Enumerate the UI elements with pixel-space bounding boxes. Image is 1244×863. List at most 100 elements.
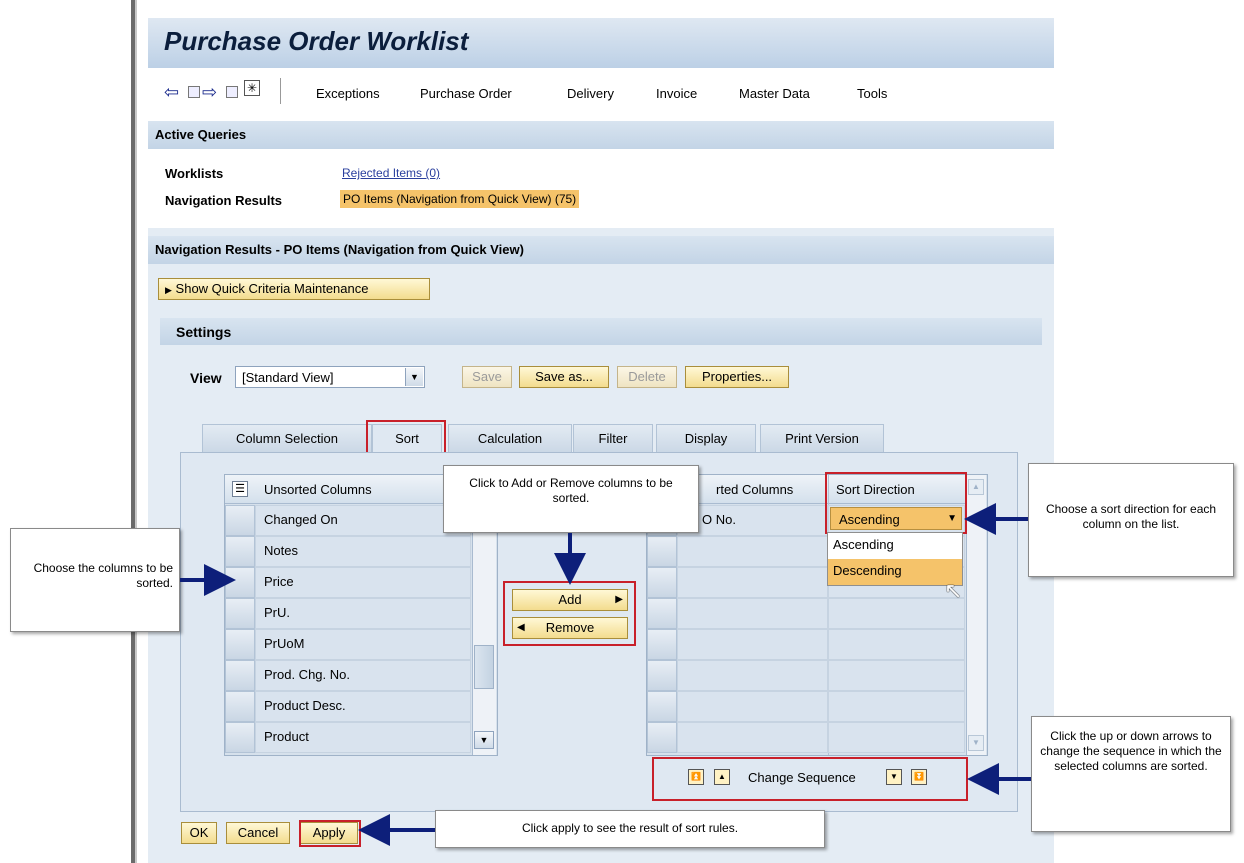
move-top-icon[interactable]: ⏫ <box>688 769 704 785</box>
view-select-value: [Standard View] <box>242 370 334 385</box>
unsorted-row-label: Price <box>264 574 294 589</box>
unsorted-header-label: Unsorted Columns <box>264 482 372 497</box>
sorted-row-text[interactable]: O No. <box>702 512 736 527</box>
sorted-scroll-up-icon[interactable]: ▲ <box>968 479 984 495</box>
add-button[interactable]: Add ▶ <box>512 589 628 611</box>
dropdown-option-descending[interactable]: Descending <box>828 559 962 585</box>
row-selector[interactable] <box>225 722 255 753</box>
callout-apply: Click apply to see the result of sort ru… <box>435 810 825 848</box>
row-selector[interactable] <box>647 567 677 598</box>
row-selector[interactable] <box>225 536 255 567</box>
table-row[interactable] <box>677 722 828 753</box>
direction-cell[interactable] <box>828 691 965 722</box>
row-selector[interactable] <box>647 691 677 722</box>
tab-print-version[interactable]: Print Version <box>760 424 884 452</box>
save-as-button[interactable]: Save as... <box>519 366 609 388</box>
view-select[interactable]: [Standard View] ▼ <box>235 366 425 388</box>
quick-criteria-label: Show Quick Criteria Maintenance <box>175 281 369 296</box>
row-selector[interactable] <box>225 691 255 722</box>
move-down-icon[interactable]: ▼ <box>886 769 902 785</box>
unsorted-row-label: Prod. Chg. No. <box>264 667 350 682</box>
table-row[interactable] <box>677 567 828 598</box>
tab-filter[interactable]: Filter <box>573 424 653 452</box>
properties-button[interactable]: Properties... <box>685 366 789 388</box>
row-selector[interactable] <box>225 567 255 598</box>
move-bottom-icon[interactable]: ⏬ <box>911 769 927 785</box>
menu-invoice[interactable]: Invoice <box>656 86 697 101</box>
table-row[interactable] <box>677 536 828 567</box>
dropdown-option-ascending[interactable]: Ascending <box>828 534 962 558</box>
row-selector[interactable] <box>647 536 677 567</box>
remove-button[interactable]: ◀ Remove <box>512 617 628 639</box>
table-row[interactable] <box>677 598 828 629</box>
menu-tools[interactable]: Tools <box>857 86 887 101</box>
favorite-icon[interactable]: ✳ <box>244 80 260 96</box>
nav-results-value[interactable]: PO Items (Navigation from Quick View) (7… <box>340 190 580 208</box>
sort-direction-select[interactable]: Ascending ▼ <box>830 507 962 530</box>
tab-column-selection[interactable]: Column Selection <box>202 424 372 452</box>
callout-add-remove: Click to Add or Remove columns to be sor… <box>443 465 699 533</box>
scroll-down-icon[interactable]: ▼ <box>474 731 494 749</box>
settings-bar: Settings <box>160 318 1042 345</box>
row-selector[interactable] <box>225 598 255 629</box>
chevron-down-icon[interactable]: ▼ <box>947 513 957 524</box>
row-selector[interactable] <box>647 722 677 753</box>
forward-arrow-icon[interactable]: ⇨ <box>202 82 217 103</box>
direction-cell[interactable] <box>828 722 965 753</box>
unsorted-scroll-thumb[interactable] <box>474 645 494 689</box>
nav-results-label: Navigation Results <box>165 193 283 208</box>
cancel-button[interactable]: Cancel <box>226 822 290 844</box>
tab-calculation[interactable]: Calculation <box>448 424 572 452</box>
row-selector[interactable] <box>647 598 677 629</box>
page-title: Purchase Order Worklist <box>164 26 469 56</box>
delete-button[interactable]: Delete <box>617 366 677 388</box>
save-button[interactable]: Save <box>462 366 512 388</box>
sorted-scroll-down-icon[interactable]: ▼ <box>968 735 984 751</box>
row-selector[interactable] <box>225 629 255 660</box>
tab-display[interactable]: Display <box>656 424 756 452</box>
unsorted-row-label: PrU. <box>264 605 290 620</box>
callout-sort-direction: Choose a sort direction for each column … <box>1028 463 1234 577</box>
table-row[interactable] <box>677 505 828 536</box>
settings-header: Settings <box>176 324 232 340</box>
table-row[interactable] <box>677 629 828 660</box>
row-selector[interactable] <box>647 660 677 691</box>
left-border-light <box>135 0 137 863</box>
toolbar-divider <box>280 78 281 104</box>
row-selector[interactable] <box>225 505 255 536</box>
history-forward-icon[interactable] <box>226 86 238 98</box>
ok-button[interactable]: OK <box>181 822 217 844</box>
row-selector[interactable] <box>225 660 255 691</box>
chevron-down-icon[interactable]: ▼ <box>405 368 423 386</box>
move-up-icon[interactable]: ▲ <box>714 769 730 785</box>
sorted-scrollbar[interactable] <box>966 475 986 755</box>
menu-exceptions[interactable]: Exceptions <box>316 86 380 101</box>
worklists-link[interactable]: Rejected Items (0) <box>342 166 440 180</box>
direction-cell[interactable] <box>828 660 965 691</box>
callout-sequence: Click the up or down arrows to change th… <box>1031 716 1231 832</box>
add-label: Add <box>558 592 582 607</box>
direction-cell[interactable] <box>828 629 965 660</box>
back-arrow-icon[interactable]: ⇦ <box>164 82 179 103</box>
show-quick-criteria-button[interactable]: ▶ Show Quick Criteria Maintenance <box>158 278 430 300</box>
table-row[interactable] <box>677 691 828 722</box>
row-selector[interactable] <box>647 629 677 660</box>
worklists-label: Worklists <box>165 166 224 181</box>
history-icon[interactable] <box>188 86 200 98</box>
menu-master-data[interactable]: Master Data <box>739 86 810 101</box>
apply-highlight <box>299 820 361 847</box>
table-row[interactable] <box>677 660 828 691</box>
remove-arrow-icon: ◀ <box>517 622 525 633</box>
grid-menu-icon[interactable]: ☰ <box>232 481 248 497</box>
active-queries-bar: Active Queries <box>148 121 1054 149</box>
nav-results-header: Navigation Results - PO Items (Navigatio… <box>155 242 524 257</box>
menu-purchase-order[interactable]: Purchase Order <box>420 86 512 101</box>
callout-choose-columns: Choose the columns to be sorted. <box>10 528 180 632</box>
sort-direction-value: Ascending <box>839 512 900 527</box>
mouse-cursor-icon: ↖ <box>944 578 963 603</box>
sort-tab-highlight <box>366 420 446 454</box>
add-arrow-icon: ▶ <box>615 594 623 605</box>
remove-label: Remove <box>545 620 595 635</box>
menu-delivery[interactable]: Delivery <box>567 86 614 101</box>
unsorted-row-label: Notes <box>264 543 298 558</box>
